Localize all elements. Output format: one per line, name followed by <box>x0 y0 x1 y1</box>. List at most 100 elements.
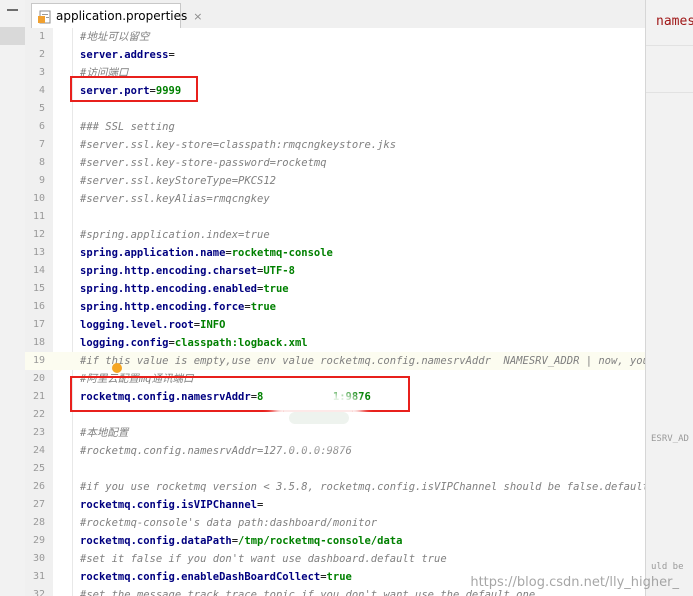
code-token: #if this value is empty,use env value ro… <box>80 355 645 367</box>
background-text-fragment: uld be <box>651 562 684 572</box>
line-number: 31 <box>32 571 45 582</box>
code-line[interactable]: 1 #地址可以留空 <box>25 28 645 46</box>
code-token: #本地配置 <box>80 427 129 439</box>
code-line[interactable]: 24 #rocketmq.config.namesrvAddr=127.0.0.0… <box>25 442 645 460</box>
code-line[interactable]: 2 server.address= <box>25 46 645 64</box>
line-code: #if this value is empty,use env value ro… <box>80 352 645 370</box>
code-line[interactable]: 27 rocketmq.config.isVIPChannel= <box>25 496 645 514</box>
code-line[interactable]: 8 #server.ssl.key-store-password=rocketmq <box>25 154 645 172</box>
code-line[interactable]: 16 spring.http.encoding.force=true <box>25 298 645 316</box>
line-code: ### SSL setting <box>80 118 175 136</box>
code-line[interactable]: 17 logging.level.root=INFO <box>25 316 645 334</box>
line-number: 3 <box>38 67 45 78</box>
close-icon[interactable]: × <box>193 10 202 23</box>
line-code: #server.ssl.keyStoreType=PKCS12 <box>80 172 276 190</box>
line-code: #server.ssl.key-store=classpath:rmqcngke… <box>80 136 396 154</box>
code-token: true <box>326 571 352 583</box>
code-token: UTF-8 <box>263 265 295 277</box>
line-number: 22 <box>32 409 45 420</box>
code-line[interactable]: 28 #rocketmq-console's data path:dashboar… <box>25 514 645 532</box>
line-number: 26 <box>32 481 45 492</box>
highlight-box-namesrv-addr <box>70 376 410 412</box>
background-divider <box>646 92 693 93</box>
watermark: https://blog.csdn.net/lly_higher_ <box>470 575 679 590</box>
code-token: #set the message track trace topic if yo… <box>80 589 536 596</box>
code-token: spring.http.encoding.enabled <box>80 283 258 295</box>
code-line[interactable]: 29 rocketmq.config.dataPath=/tmp/rocketmq… <box>25 532 645 550</box>
redacted-area <box>283 402 353 436</box>
line-number: 10 <box>32 193 45 204</box>
tab-label: application.properties <box>56 9 188 23</box>
tab-application-properties[interactable]: application.properties × <box>31 3 202 28</box>
line-code: server.address= <box>80 46 175 64</box>
code-line[interactable]: 11 <box>25 208 645 226</box>
line-code: #if you use rocketmq version < 3.5.8, ro… <box>80 478 645 496</box>
line-number: 15 <box>32 283 45 294</box>
line-number: 25 <box>32 463 45 474</box>
line-number: 12 <box>32 229 45 240</box>
code-token: rocketmq.config.enableDashBoardCollect <box>80 571 321 583</box>
line-number: 30 <box>32 553 45 564</box>
line-number: 19 <box>32 355 45 366</box>
code-token: logging.config <box>80 337 169 349</box>
code-line[interactable]: 18 logging.config=classpath:logback.xml <box>25 334 645 352</box>
line-number: 24 <box>32 445 45 456</box>
selected-project-row[interactable] <box>0 27 25 45</box>
background-text-fragment: ESRV_AD <box>651 434 689 444</box>
background-editor-pane: namesr ESRV_AD uld be <box>645 0 693 596</box>
code-line[interactable]: 26 #if you use rocketmq version < 3.5.8, … <box>25 478 645 496</box>
line-code: #rocketmq-console's data path:dashboard/… <box>80 514 377 532</box>
code-line[interactable]: 7 #server.ssl.key-store=classpath:rmqcngk… <box>25 136 645 154</box>
code-token: = <box>168 49 175 61</box>
line-code: logging.config=classpath:logback.xml <box>80 334 308 352</box>
line-number: 16 <box>32 301 45 312</box>
code-line[interactable]: 25 <box>25 460 645 478</box>
line-number: 27 <box>32 499 45 510</box>
background-divider <box>646 45 693 46</box>
code-line[interactable]: 30 #set it false if you don't want use da… <box>25 550 645 568</box>
code-token: #server.ssl.keyStoreType=PKCS12 <box>80 175 276 187</box>
code-token: = <box>257 499 264 511</box>
intention-bulb-icon[interactable] <box>112 363 122 373</box>
code-token: /tmp/rocketmq-console/data <box>238 535 403 547</box>
properties-file-icon <box>38 9 51 24</box>
code-token: spring.http.encoding.force <box>80 301 245 313</box>
line-number: 5 <box>38 103 45 114</box>
line-code: spring.http.encoding.force=true <box>80 298 276 316</box>
line-number: 17 <box>32 319 45 330</box>
code-token: #rocketmq.config.namesrvAddr=127.0.0.0:9… <box>80 445 352 457</box>
code-line[interactable]: 5 <box>25 100 645 118</box>
code-line[interactable]: 13 spring.application.name=rocketmq-conso… <box>25 244 645 262</box>
code-token: #if you use rocketmq version < 3.5.8, ro… <box>80 481 645 493</box>
line-code: rocketmq.config.isVIPChannel= <box>80 496 263 514</box>
code-line[interactable]: 10 #server.ssl.keyAlias=rmqcngkey <box>25 190 645 208</box>
code-token: #set it false if you don't want use dash… <box>80 553 447 565</box>
line-number: 1 <box>38 31 45 42</box>
code-line[interactable]: 15 spring.http.encoding.enabled=true <box>25 280 645 298</box>
code-token: ### SSL setting <box>80 121 175 133</box>
code-token: #地址可以留空 <box>80 31 150 43</box>
line-code: #server.ssl.key-store-password=rocketmq <box>80 154 327 172</box>
code-token: true <box>263 283 289 295</box>
line-code: #spring.application.index=true <box>80 226 270 244</box>
line-code: #server.ssl.keyAlias=rmqcngkey <box>80 190 270 208</box>
code-line[interactable]: 6 ### SSL setting <box>25 118 645 136</box>
code-token: logging.level.root <box>80 319 194 331</box>
collapse-icon[interactable] <box>7 9 18 11</box>
code-line[interactable]: 12 #spring.application.index=true <box>25 226 645 244</box>
code-token: spring.application.name <box>80 247 226 259</box>
line-number: 20 <box>32 373 45 384</box>
line-code: spring.application.name=rocketmq-console <box>80 244 333 262</box>
project-side-strip <box>0 0 26 596</box>
line-number: 18 <box>32 337 45 348</box>
line-code: spring.http.encoding.charset=UTF-8 <box>80 262 295 280</box>
line-code: #rocketmq.config.namesrvAddr=127.0.0.0:9… <box>80 442 352 460</box>
line-number: 32 <box>32 589 45 596</box>
line-code: #本地配置 <box>80 424 128 442</box>
code-editor[interactable]: 1 #地址可以留空 2 server.address= 3 #访问端口 4 server.po… <box>25 28 645 596</box>
line-code: #set the message track trace topic if yo… <box>80 586 535 596</box>
code-line[interactable]: 9 #server.ssl.keyStoreType=PKCS12 <box>25 172 645 190</box>
code-line[interactable]: 14 spring.http.encoding.charset=UTF-8 <box>25 262 645 280</box>
code-token: #server.ssl.keyAlias=rmqcngkey <box>80 193 270 205</box>
line-number: 23 <box>32 427 45 438</box>
